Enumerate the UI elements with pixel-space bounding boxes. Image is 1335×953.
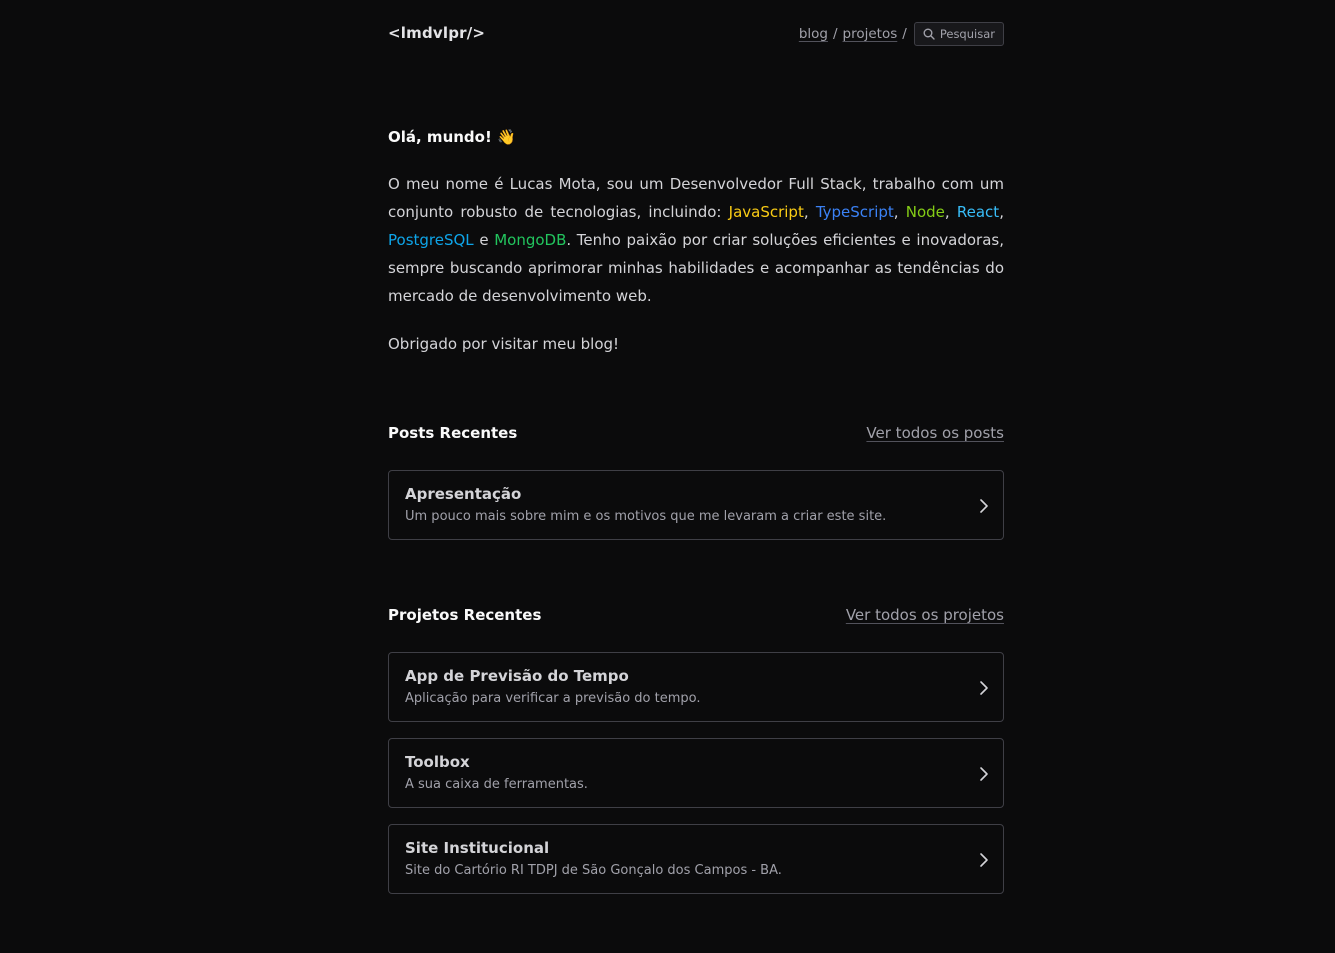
chevron-right-icon <box>979 498 989 518</box>
tech-node: Node <box>905 203 945 221</box>
project-card-description: Aplicação para verificar a previsão do t… <box>405 691 701 706</box>
posts-section-title: Posts Recentes <box>388 424 518 442</box>
projects-section-title: Projetos Recentes <box>388 606 542 624</box>
search-button-label: Pesquisar <box>939 27 995 41</box>
project-card-title: Site Institucional <box>405 839 550 857</box>
project-card-description: A sua caixa de ferramentas. <box>405 777 588 792</box>
greeting-heading: Olá, mundo! 👋 <box>388 128 516 146</box>
projects-section-header: Projetos Recentes Ver todos os projetos <box>388 606 1004 630</box>
view-all-posts-link[interactable]: Ver todos os posts <box>866 424 1004 442</box>
bio-comma: , <box>803 203 809 221</box>
tech-mongodb: MongoDB <box>494 231 567 249</box>
project-card-title: Toolbox <box>405 753 470 771</box>
chevron-right-icon <box>979 680 989 700</box>
chevron-right-icon <box>979 852 989 872</box>
bio-comma: , <box>944 203 950 221</box>
bio-comma: , <box>999 203 1004 221</box>
post-card-title: Apresentação <box>405 485 522 503</box>
search-button[interactable]: Pesquisar <box>913 22 1004 46</box>
posts-section-header: Posts Recentes Ver todos os posts <box>388 424 1004 448</box>
bio-paragraph: O meu nome é Lucas Mota, sou um Desenvol… <box>388 170 1004 310</box>
main-nav: blog / projetos / Pesquisar <box>799 22 1004 46</box>
site-header: <lmdvlpr/> blog / projetos / Pesquisar <box>388 20 1004 50</box>
nav-separator: / <box>832 26 838 42</box>
project-card[interactable]: App de Previsão do Tempo Aplicação para … <box>388 652 1004 722</box>
project-card[interactable]: Site Institucional Site do Cartório RI T… <box>388 824 1004 894</box>
site-logo[interactable]: <lmdvlpr/> <box>388 24 485 42</box>
post-card[interactable]: Apresentação Um pouco mais sobre mim e o… <box>388 470 1004 540</box>
post-card-description: Um pouco mais sobre mim e os motivos que… <box>405 509 887 524</box>
thanks-text: Obrigado por visitar meu blog! <box>388 335 620 353</box>
tech-typescript: TypeScript <box>815 203 894 221</box>
view-all-projects-link[interactable]: Ver todos os projetos <box>846 606 1004 624</box>
bio-comma: , <box>893 203 899 221</box>
tech-react: React <box>956 203 1000 221</box>
nav-separator: / <box>902 26 907 42</box>
project-card[interactable]: Toolbox A sua caixa de ferramentas. <box>388 738 1004 808</box>
nav-blog-link[interactable]: blog <box>799 26 828 42</box>
nav-projects-link[interactable]: projetos <box>843 26 898 42</box>
bio-and: e <box>479 231 489 249</box>
project-card-description: Site do Cartório RI TDPJ de São Gonçalo … <box>405 863 782 878</box>
project-card-title: App de Previsão do Tempo <box>405 667 629 685</box>
tech-postgresql: PostgreSQL <box>388 231 474 249</box>
search-icon <box>923 28 935 40</box>
tech-javascript: JavaScript <box>728 203 804 221</box>
chevron-right-icon <box>979 766 989 786</box>
